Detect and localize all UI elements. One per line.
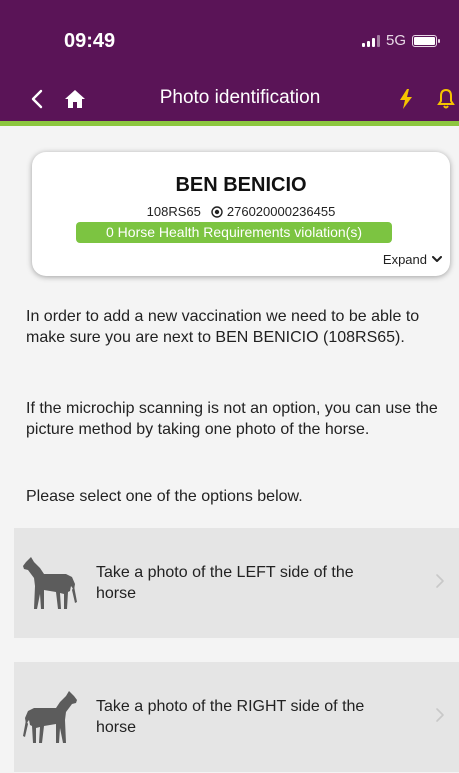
horse-registration: 108RS65 [146,204,201,219]
instruction-paragraph: In order to add a new vaccination we nee… [26,308,420,346]
signal-icon [361,34,380,47]
status-time: 09:49 [64,30,116,52]
network-label: 5G [385,32,406,49]
horse-right-icon [23,691,77,743]
chevron-down-icon [432,256,442,262]
page-title: Photo identification [159,87,321,108]
chevron-right-icon [436,574,444,588]
lightning-icon [400,89,412,109]
flash-button[interactable] [395,84,417,114]
health-status-badge: 0 Horse Health Requirements violation(s) [76,222,392,243]
photo-right-label: Take a photo of the RIGHT side of the ho… [96,698,365,736]
status-indicators: 5G [361,32,440,49]
horse-identifiers: 108RS65 276020000236455 [32,204,450,219]
back-button[interactable] [24,83,50,115]
chevron-left-icon [31,89,43,109]
microchip-icon [211,205,223,218]
expand-label: Expand [382,252,427,267]
photo-left-option[interactable]: Take a photo of the LEFT side of the hor… [14,528,459,638]
instruction-paragraph: If the microchip scanning is not an opti… [26,400,438,438]
home-icon [65,90,85,108]
bell-icon [437,88,455,109]
nav-bar: Photo identification [0,77,459,126]
chevron-right-icon [436,708,444,722]
horse-left-icon [23,557,77,609]
status-bar: 09:49 5G [0,0,459,77]
horse-card: BEN BENICIO 108RS65 276020000236455 0 Ho… [32,152,450,276]
horse-microchip: 276020000236455 [226,204,336,219]
expand-button[interactable]: Expand [383,252,442,267]
instruction-paragraph: Please select one of the options below. [26,488,303,505]
notifications-button[interactable] [434,84,458,114]
photo-right-option[interactable]: Take a photo of the RIGHT side of the ho… [14,662,459,772]
home-button[interactable] [62,84,88,114]
photo-left-label: Take a photo of the LEFT side of the hor… [96,564,354,602]
horse-name: BEN BENICIO [175,174,307,196]
battery-icon [412,34,440,47]
